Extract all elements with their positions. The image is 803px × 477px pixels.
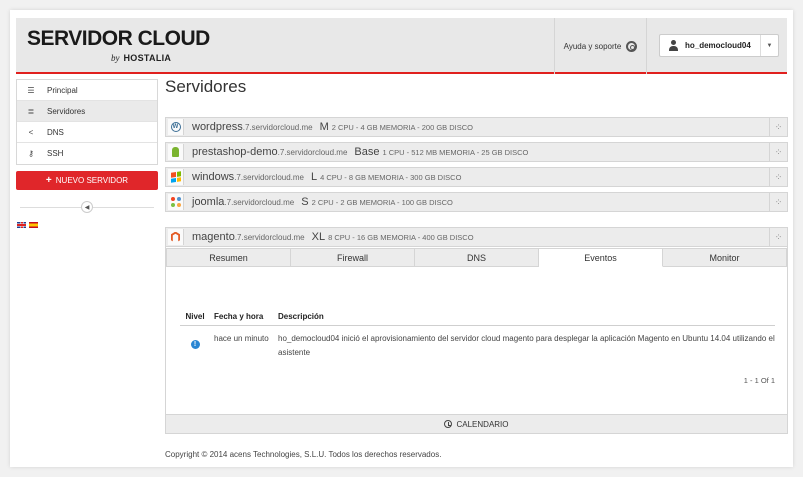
tab-firewall[interactable]: Firewall bbox=[291, 248, 415, 267]
description-cell: ho_democloud04 inició el aprovisionamien… bbox=[278, 334, 775, 357]
chevron-down-icon: ▼ bbox=[760, 35, 778, 56]
expanded-server-panel: magento .7.servidorcloud.me XL 8 CPU - 1… bbox=[165, 227, 788, 434]
logo-brand: HOSTALIA bbox=[123, 53, 172, 63]
col-header-description: Descripción bbox=[278, 312, 324, 321]
server-name: prestashop-demo bbox=[192, 146, 278, 158]
server-tabs: Resumen Firewall DNS Eventos Monitor bbox=[166, 248, 787, 267]
page-title: Servidores bbox=[165, 77, 247, 96]
server-name: wordpress bbox=[192, 121, 243, 133]
sidebar-item-label: DNS bbox=[47, 127, 64, 137]
app-frame: SERVIDOR CLOUD by HOSTALIA Ayuda y soport… bbox=[10, 10, 793, 467]
date-cell: hace un minuto bbox=[214, 334, 269, 343]
tab-monitor[interactable]: Monitor bbox=[663, 248, 787, 267]
database-icon: ≣ bbox=[27, 106, 35, 116]
tab-dns[interactable]: DNS bbox=[415, 248, 539, 267]
new-server-label: NUEVO SERVIDOR bbox=[55, 176, 129, 185]
loading-spinner-icon: ⁘ bbox=[769, 228, 787, 246]
server-row-joomla[interactable]: joomla .7.servidorcloud.me S 2 CPU - 2 G… bbox=[165, 192, 788, 212]
sidebar-item-label: Servidores bbox=[47, 106, 86, 116]
collapse-sidebar-icon[interactable]: ◀ bbox=[81, 201, 93, 213]
tab-eventos[interactable]: Eventos bbox=[539, 248, 663, 267]
top-header: SERVIDOR CLOUD by HOSTALIA Ayuda y soport… bbox=[16, 18, 787, 74]
logo-by: by bbox=[111, 53, 120, 63]
logo-subtitle: by HOSTALIA bbox=[111, 53, 171, 63]
server-row-magento[interactable]: magento .7.servidorcloud.me XL 8 CPU - 1… bbox=[165, 227, 788, 247]
help-label: Ayuda y soporte bbox=[563, 41, 622, 51]
username: ho_democloud04 bbox=[685, 41, 751, 50]
loading-spinner-icon: ⁘ bbox=[769, 118, 787, 136]
sidebar-item-label: Principal bbox=[47, 85, 78, 95]
server-name: magento bbox=[192, 231, 235, 243]
server-domain: .7.servidorcloud.me bbox=[277, 147, 348, 157]
server-name: windows bbox=[192, 171, 235, 183]
list-icon: ☰ bbox=[27, 85, 35, 95]
sidebar-nav: ☰ Principal ≣ Servidores < DNS ⚷ SSH bbox=[16, 79, 158, 165]
lifebuoy-icon bbox=[626, 40, 638, 52]
server-row-prestashop[interactable]: prestashop-demo .7.servidorcloud.me Base… bbox=[165, 142, 788, 162]
sidebar-item-servidores[interactable]: ≣ Servidores bbox=[17, 101, 157, 122]
joomla-icon bbox=[168, 194, 184, 210]
tab-resumen[interactable]: Resumen bbox=[166, 248, 291, 267]
info-icon: ! bbox=[190, 340, 200, 349]
loading-spinner-icon: ⁘ bbox=[769, 168, 787, 186]
footer-copyright: Copyright © 2014 acens Technologies, S.L… bbox=[165, 450, 442, 459]
col-header-date: Fecha y hora bbox=[214, 312, 264, 321]
server-size: L bbox=[311, 171, 318, 183]
calendar-button[interactable]: CALENDARIO bbox=[166, 414, 787, 433]
prestashop-icon bbox=[168, 144, 184, 160]
server-spec: 2 CPU - 2 GB MEMORIA - 100 GB DISCO bbox=[311, 197, 453, 207]
events-table-header: Nivel Fecha y hora Descripción bbox=[180, 308, 775, 326]
sidebar-item-ssh[interactable]: ⚷ SSH bbox=[17, 143, 157, 164]
server-domain: .7.servidorcloud.me bbox=[234, 232, 305, 242]
clock-icon bbox=[444, 420, 453, 428]
server-spec: 8 CPU - 16 GB MEMORIA - 400 GB DISCO bbox=[328, 232, 474, 242]
plus-icon: + bbox=[45, 175, 52, 186]
magento-icon bbox=[168, 229, 184, 245]
user-icon bbox=[668, 40, 679, 51]
windows-icon bbox=[168, 169, 184, 185]
share-icon: < bbox=[28, 127, 34, 137]
server-spec: 1 CPU - 512 MB MEMORIA - 25 GB DISCO bbox=[382, 147, 529, 157]
user-menu-button[interactable]: ho_democloud04 ▼ bbox=[659, 34, 779, 57]
language-flags bbox=[17, 222, 38, 228]
uk-flag-icon[interactable] bbox=[17, 222, 26, 228]
sidebar-item-principal[interactable]: ☰ Principal bbox=[17, 80, 157, 101]
server-row-wordpress[interactable]: W wordpress .7.servidorcloud.me M 2 CPU … bbox=[165, 117, 788, 137]
calendar-label: CALENDARIO bbox=[456, 419, 509, 429]
new-server-button[interactable]: + NUEVO SERVIDOR bbox=[16, 171, 158, 190]
loading-spinner-icon: ⁘ bbox=[769, 193, 787, 211]
server-name: joomla bbox=[192, 196, 225, 208]
server-size: M bbox=[319, 121, 329, 133]
sidebar-item-dns[interactable]: < DNS bbox=[17, 122, 157, 143]
server-domain: .7.servidorcloud.me bbox=[242, 122, 313, 132]
level-cell: ! bbox=[180, 332, 210, 360]
wordpress-icon: W bbox=[168, 119, 184, 135]
server-domain: .7.servidorcloud.me bbox=[234, 172, 304, 182]
sidebar-item-label: SSH bbox=[47, 149, 64, 158]
server-row-windows[interactable]: windows .7.servidorcloud.me L 4 CPU - 8 … bbox=[165, 167, 788, 187]
server-size: Base bbox=[354, 146, 380, 158]
server-spec: 4 CPU - 8 GB MEMORIA - 300 GB DISCO bbox=[320, 172, 462, 182]
events-table: Nivel Fecha y hora Descripción ! hace un… bbox=[180, 308, 775, 360]
logo-title: SERVIDOR CLOUD bbox=[27, 27, 210, 50]
help-support-link[interactable]: Ayuda y soporte bbox=[554, 18, 647, 74]
table-row: ! hace un minuto ho_democloud04 inició e… bbox=[180, 326, 775, 360]
pagination-info: 1 - 1 Of 1 bbox=[743, 376, 775, 385]
server-domain: .7.servidorcloud.me bbox=[224, 197, 295, 207]
server-size: XL bbox=[311, 231, 326, 243]
server-spec: 2 CPU - 4 GB MEMORIA - 200 GB DISCO bbox=[331, 122, 474, 132]
spain-flag-icon[interactable] bbox=[29, 222, 38, 228]
col-header-level: Nivel bbox=[185, 312, 205, 321]
loading-spinner-icon: ⁘ bbox=[769, 143, 787, 161]
server-size: S bbox=[301, 196, 309, 208]
key-icon: ⚷ bbox=[28, 149, 34, 158]
